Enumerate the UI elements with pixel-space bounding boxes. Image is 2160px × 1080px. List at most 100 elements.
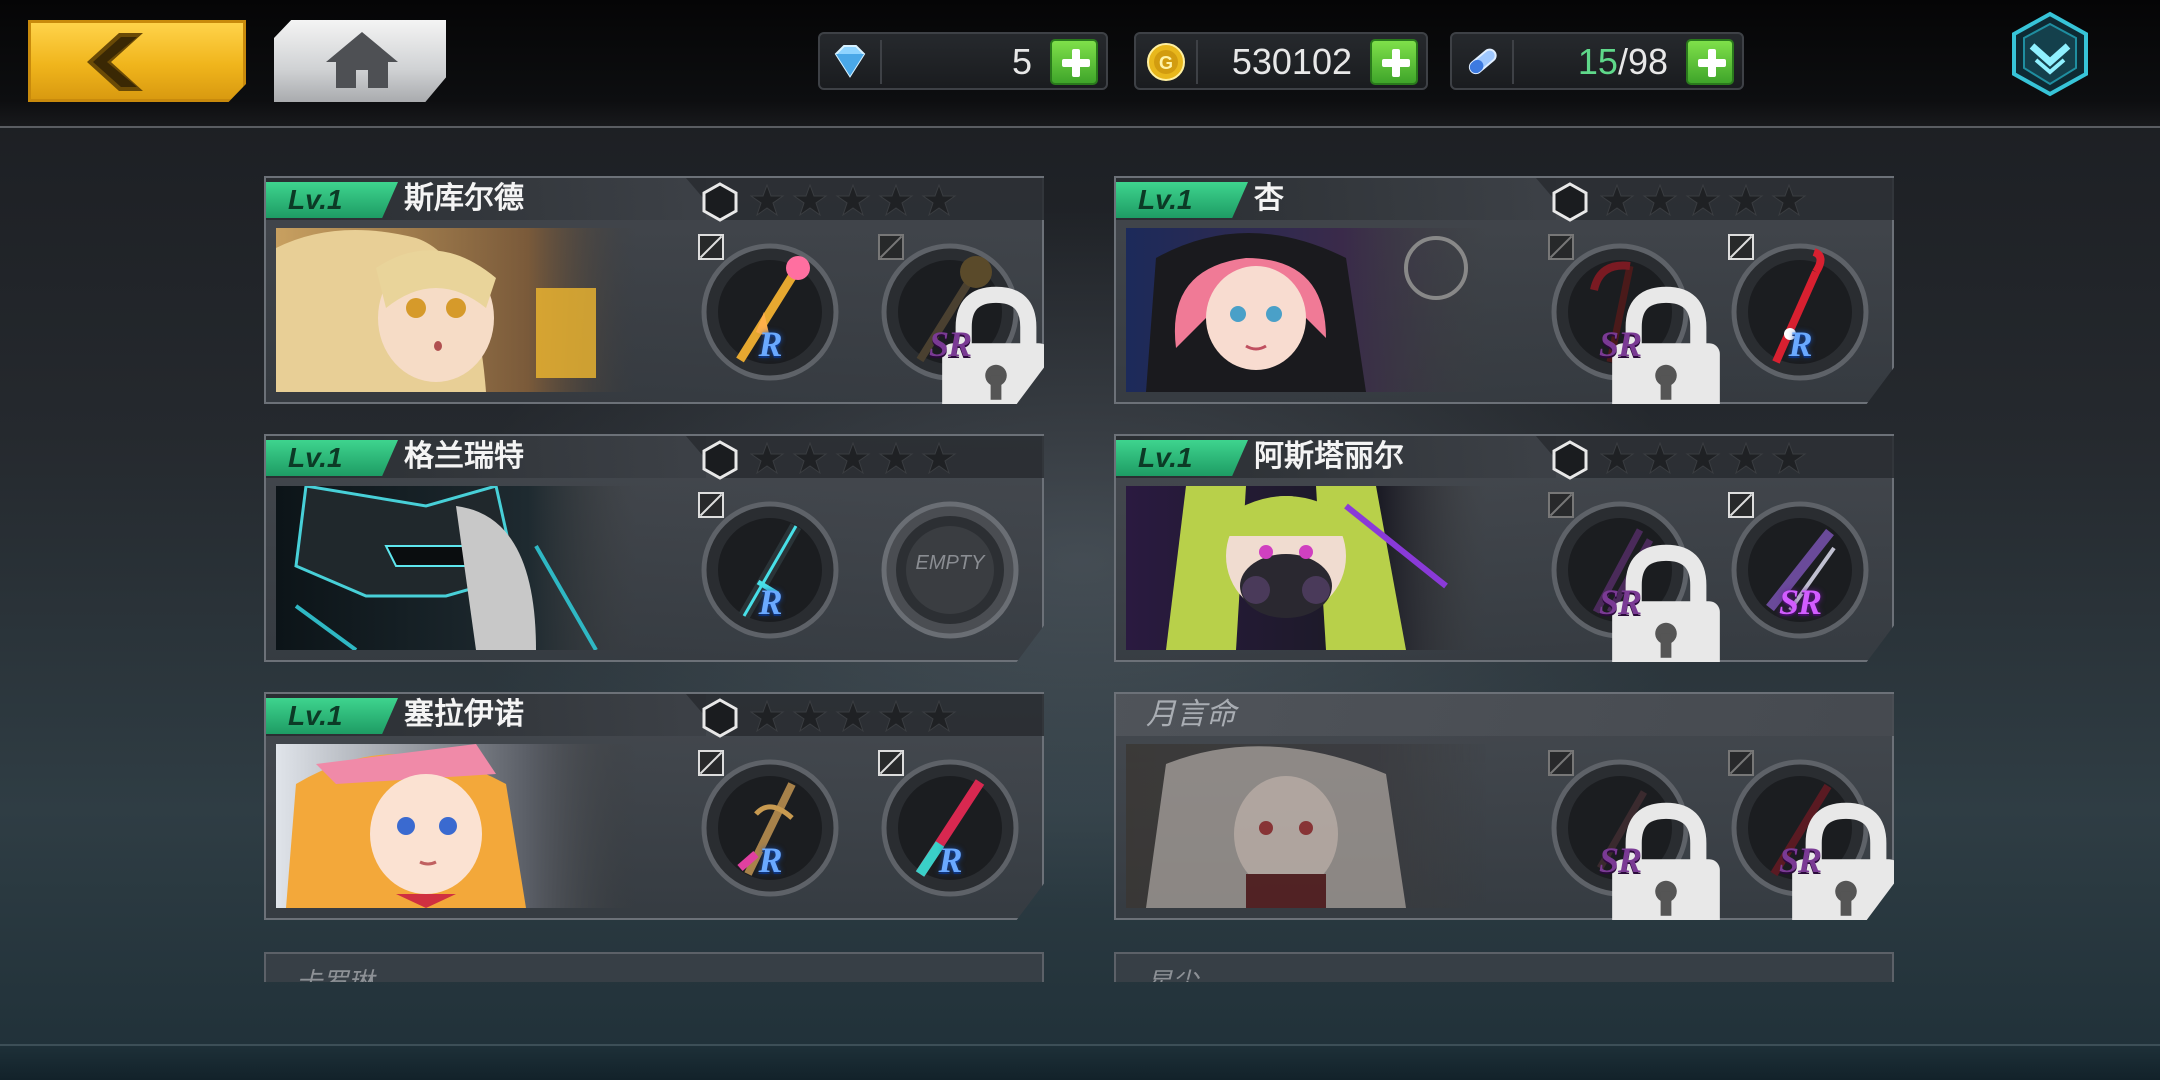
element-hexagon-icon	[1552, 182, 1588, 222]
home-icon	[326, 32, 398, 88]
add-gold-button[interactable]	[1370, 39, 1418, 85]
edit-icon	[1728, 750, 1754, 776]
weapon-slot-1[interactable]: R	[698, 750, 840, 898]
bottom-bar	[0, 1044, 2160, 1080]
weapon-slot-1[interactable]: SR	[1548, 750, 1720, 920]
character-portrait	[1126, 744, 1486, 908]
character-portrait	[276, 228, 636, 392]
rarity-label: R	[938, 840, 962, 880]
gold-value: 530102	[1231, 41, 1352, 82]
stamina-max: /98	[1617, 41, 1668, 82]
star-icon	[878, 700, 914, 733]
home-button[interactable]	[274, 20, 446, 102]
level-badge: Lv.1	[266, 182, 398, 218]
chevron-down-badge-icon[interactable]	[2006, 10, 2094, 98]
star-icon	[1728, 184, 1764, 217]
star-icon	[792, 184, 828, 217]
star-icon	[1685, 442, 1721, 475]
character-name: 杏	[1254, 181, 1284, 216]
diamond-value: 5	[1011, 41, 1032, 82]
weapon-slot-1[interactable]: R	[698, 234, 840, 382]
rarity-label: R	[1788, 324, 1812, 364]
diamond-counter: 5	[818, 32, 1108, 90]
character-name: 星尘	[1146, 962, 1198, 982]
character-portrait	[276, 744, 636, 908]
star-rating	[750, 184, 957, 217]
stamina-counter: 15/98	[1450, 32, 1744, 90]
element-hexagon-icon	[1552, 440, 1588, 480]
weapon-slot-1[interactable]: SR	[1548, 492, 1720, 662]
add-stamina-button[interactable]	[1686, 39, 1734, 85]
stamina-current: 15	[1577, 41, 1618, 82]
edit-icon	[1548, 750, 1574, 776]
character-card[interactable]: Lv.1 阿斯塔丽尔 SR SR	[1114, 434, 1894, 662]
weapon-slot-2[interactable]: SR	[878, 234, 1044, 404]
gold-coin-icon: G	[1147, 43, 1185, 81]
diamond-icon	[834, 45, 866, 78]
star-icon	[750, 184, 785, 217]
edit-icon	[698, 750, 724, 776]
character-card[interactable]: Lv.1 杏 SR R	[1114, 176, 1894, 404]
empty-label: EMPTY	[915, 552, 985, 574]
star-rating	[750, 700, 957, 733]
star-icon	[835, 700, 871, 733]
star-icon	[1728, 442, 1764, 475]
star-icon	[1771, 442, 1807, 475]
weapon-slot-1[interactable]: R	[698, 492, 840, 640]
star-icon	[835, 184, 871, 217]
edit-icon	[698, 234, 724, 260]
weapon-slot-2[interactable]: SR	[1728, 492, 1870, 640]
character-portrait	[1126, 228, 1486, 392]
star-icon	[878, 442, 914, 475]
character-name: 卡罗琳	[296, 962, 374, 982]
star-icon	[878, 184, 914, 217]
rarity-label: SR	[1598, 840, 1642, 880]
weapon-slot-2[interactable]: SR	[1728, 750, 1894, 920]
character-card-partial[interactable]: 卡罗琳	[264, 952, 1044, 982]
edit-icon	[1548, 234, 1574, 260]
gold-counter: G 530102	[1134, 32, 1428, 90]
star-icon	[792, 442, 828, 475]
star-icon	[835, 442, 871, 475]
add-diamond-button[interactable]	[1050, 39, 1098, 85]
svg-text:G: G	[1159, 53, 1173, 73]
edit-icon	[878, 750, 904, 776]
back-button[interactable]	[28, 20, 246, 102]
star-icon	[750, 700, 785, 733]
star-icon	[1642, 184, 1678, 217]
edit-icon	[878, 234, 904, 260]
character-card[interactable]: Lv.1 格兰瑞特 R EMPTY	[264, 434, 1044, 662]
level-badge: Lv.1	[1116, 182, 1248, 218]
character-card[interactable]: Lv.1 斯库尔德 R SR	[264, 176, 1044, 404]
star-icon	[1642, 442, 1678, 475]
weapon-slot-2[interactable]: R	[878, 750, 1020, 898]
top-bar: 5 G 530102 15/98	[0, 0, 2160, 128]
character-card-partial[interactable]: 星尘	[1114, 952, 1894, 982]
character-name: 塞拉伊诺	[404, 697, 524, 732]
chevron-left-icon	[87, 33, 143, 91]
rarity-label: R	[758, 324, 782, 364]
star-icon	[921, 700, 957, 733]
edit-icon	[1728, 492, 1754, 518]
star-rating	[1600, 442, 1807, 475]
star-rating	[1600, 184, 1807, 217]
star-icon	[792, 700, 828, 733]
character-card[interactable]: Lv.1 塞拉伊诺 R R	[264, 692, 1044, 920]
rarity-label: SR	[1778, 840, 1822, 880]
element-hexagon-icon	[702, 440, 738, 480]
star-icon	[921, 184, 957, 217]
weapon-slot-empty[interactable]: EMPTY	[880, 500, 1020, 640]
character-card-locked[interactable]: 月言命 SR SR	[1114, 692, 1894, 920]
star-icon	[1771, 184, 1807, 217]
element-hexagon-icon	[702, 182, 738, 222]
rarity-label: R	[758, 840, 782, 880]
rarity-label: SR	[1598, 324, 1642, 364]
element-hexagon-icon	[702, 698, 738, 738]
character-name: 斯库尔德	[404, 181, 524, 216]
character-portrait	[276, 486, 636, 650]
character-name: 格兰瑞特	[404, 439, 524, 474]
star-rating	[750, 442, 957, 475]
weapon-slot-2[interactable]: R	[1728, 234, 1870, 382]
star-icon	[1600, 184, 1635, 217]
weapon-slot-1[interactable]: SR	[1548, 234, 1720, 404]
